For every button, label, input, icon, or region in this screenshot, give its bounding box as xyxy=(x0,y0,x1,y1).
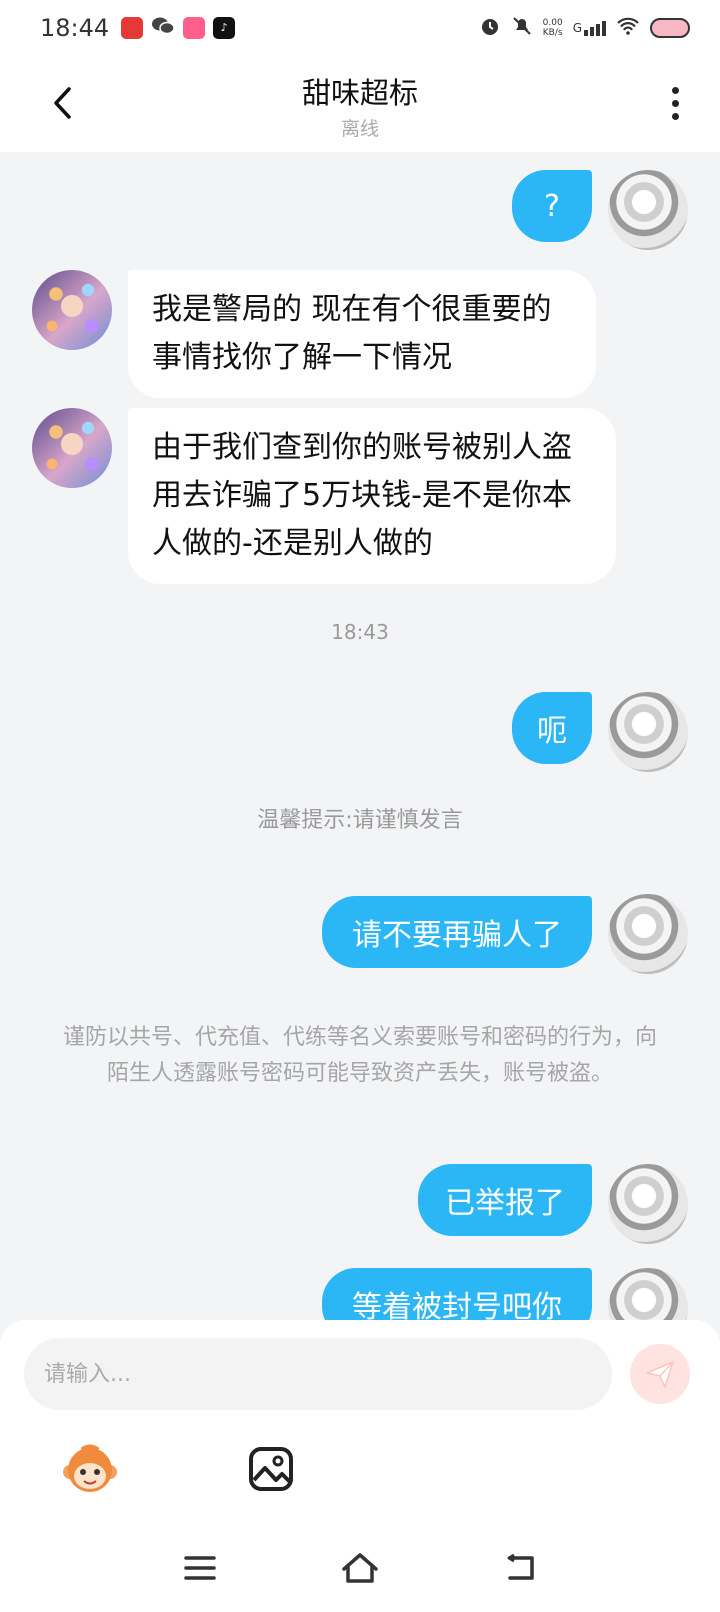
menu-icon xyxy=(184,1556,216,1580)
tiktok-icon: ♪ xyxy=(213,17,236,39)
return-icon xyxy=(507,1553,534,1580)
emoji-button[interactable] xyxy=(62,1444,118,1496)
more-vertical-icon xyxy=(671,86,679,94)
online-status: 离线 xyxy=(340,118,379,140)
my-avatar[interactable] xyxy=(608,894,688,974)
signal-label: G xyxy=(572,20,582,35)
status-app-icons: ♪ xyxy=(121,16,236,40)
outgoing-message[interactable]: ? xyxy=(512,170,592,242)
message-text: 等着被封号吧你 xyxy=(352,1290,562,1322)
signal-icon: G xyxy=(572,20,606,36)
incoming-message[interactable]: 由于我们查到你的账号被别人盗用去诈骗了5万块钱-是不是你本人做的-还是别人做的 xyxy=(128,408,616,584)
outgoing-message[interactable]: 等着被封号吧你 xyxy=(322,1268,592,1322)
network-speed-value: 0.00 xyxy=(542,18,563,28)
status-indicators: 0.00 KB/s G xyxy=(479,15,690,41)
alarm-icon xyxy=(479,15,501,41)
status-bar: 18:44 ♪ 0.00 KB/s G xyxy=(0,0,720,56)
more-options-button[interactable] xyxy=(660,78,690,128)
message-list[interactable]: ? 我是警局的 现在有个很重要的事情找你了解一下情况 由于我们查到你的账号被别人… xyxy=(0,152,720,1322)
my-avatar[interactable] xyxy=(608,1268,688,1322)
chat-title-block: 甜味超标 离线 xyxy=(0,70,720,141)
home-icon xyxy=(342,1553,378,1583)
contact-avatar[interactable] xyxy=(32,270,112,350)
paper-plane-icon xyxy=(646,1361,674,1388)
chat-title: 甜味超标 xyxy=(301,76,418,110)
nav-menu-button[interactable] xyxy=(176,1544,224,1592)
contact-avatar[interactable] xyxy=(32,408,112,488)
my-avatar[interactable] xyxy=(608,1164,688,1244)
message-timestamp: 18:43 xyxy=(331,620,389,644)
system-nav-bar xyxy=(0,1530,720,1612)
incoming-message[interactable]: 我是警局的 现在有个很重要的事情找你了解一下情况 xyxy=(128,270,596,398)
nav-back-button[interactable] xyxy=(496,1544,544,1592)
security-notice: 谨防以共号、代充值、代练等名义索要账号和密码的行为，向陌生人透露账号密码可能导致… xyxy=(62,1025,657,1086)
send-button[interactable] xyxy=(630,1344,690,1404)
message-input[interactable] xyxy=(24,1338,612,1410)
video-app-icon xyxy=(121,17,144,39)
message-text: 我是警局的 现在有个很重要的事情找你了解一下情况 xyxy=(152,292,552,375)
network-speed: 0.00 KB/s xyxy=(543,18,563,38)
message-text: ? xyxy=(544,188,560,224)
my-avatar[interactable] xyxy=(608,170,688,250)
nav-home-button[interactable] xyxy=(336,1544,384,1592)
wechat-icon xyxy=(151,16,175,40)
warning-tip: 温馨提示:请谨慎发言 xyxy=(257,808,463,833)
wifi-icon xyxy=(616,16,640,40)
chat-header: 甜味超标 离线 xyxy=(0,56,720,152)
battery-icon xyxy=(650,18,690,38)
monkey-emoji-icon xyxy=(63,1444,117,1492)
outgoing-message[interactable]: 呃 xyxy=(512,692,592,764)
my-avatar[interactable] xyxy=(608,692,688,772)
image-picker-button[interactable] xyxy=(246,1444,296,1494)
mute-icon xyxy=(511,15,533,41)
message-text: 呃 xyxy=(537,714,567,749)
image-icon xyxy=(249,1447,293,1491)
message-text: 由于我们查到你的账号被别人盗用去诈骗了5万块钱-是不是你本人做的-还是别人做的 xyxy=(152,430,572,561)
status-time: 18:44 xyxy=(40,14,110,42)
message-text: 请不要再骗人了 xyxy=(352,918,562,953)
message-text: 已举报了 xyxy=(445,1186,565,1221)
outgoing-message[interactable]: 已举报了 xyxy=(418,1164,592,1236)
shopping-app-icon xyxy=(183,17,206,39)
outgoing-message[interactable]: 请不要再骗人了 xyxy=(322,896,592,968)
network-speed-unit: KB/s xyxy=(542,28,563,38)
